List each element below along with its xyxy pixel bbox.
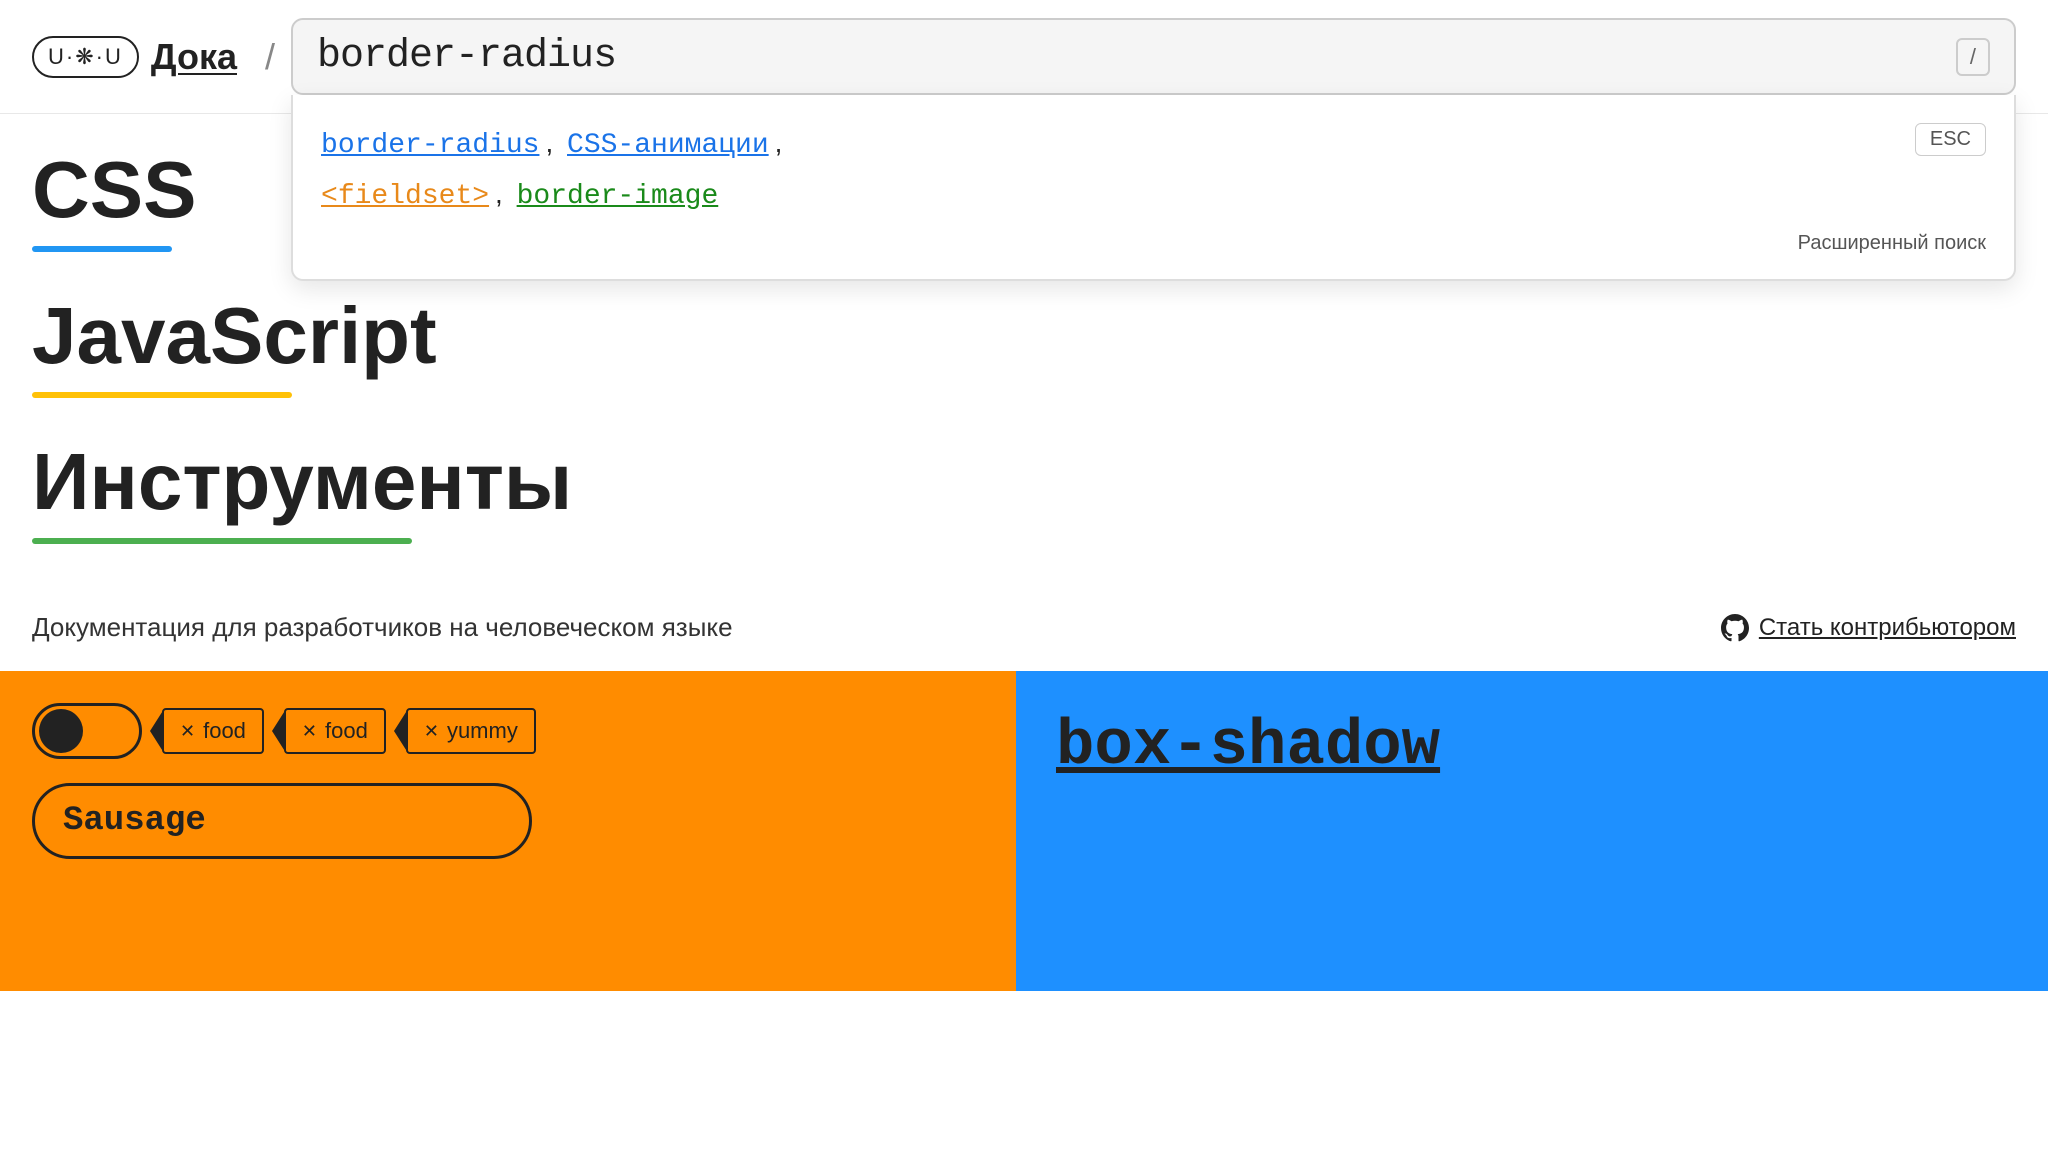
tag-food-2[interactable]: ✕ food: [284, 708, 386, 754]
search-box[interactable]: border-radius /: [291, 18, 2016, 95]
javascript-heading[interactable]: JavaScript: [32, 292, 437, 380]
advanced-search-link[interactable]: Расширенный поиск: [1798, 232, 1986, 254]
tag-x-1: ✕: [180, 721, 195, 742]
toggle-switch[interactable]: [32, 703, 142, 759]
footer-bar: Документация для разработчиков на челове…: [0, 584, 2048, 671]
toggle-row: ✕ food ✕ food ✕ yummy: [32, 703, 984, 759]
cards-row: ✕ food ✕ food ✕ yummy box-shadow: [0, 671, 2048, 991]
search-wrapper: border-radius / border-radius, CSS-анима…: [291, 18, 2016, 95]
search-query-text: border-radius: [317, 34, 1956, 79]
search-slash-badge: /: [1956, 38, 1990, 76]
toggle-knob: [39, 709, 83, 753]
css-underline: [32, 246, 172, 252]
result-border-image[interactable]: border-image: [517, 181, 719, 212]
logo-badge[interactable]: U·❋·U: [32, 36, 139, 78]
tag-yummy-label: yummy: [447, 718, 518, 744]
tools-section: Инструменты: [32, 438, 2016, 544]
header: U·❋·U Дока / border-radius / border-radi…: [0, 0, 2048, 114]
result-border-radius[interactable]: border-radius: [321, 130, 539, 161]
dropdown-top: border-radius, CSS-анимации, <fieldset>,…: [321, 119, 1986, 220]
dropdown-results: border-radius, CSS-анимации, <fieldset>,…: [321, 119, 1899, 220]
sausage-input[interactable]: [32, 783, 532, 859]
tag-yummy[interactable]: ✕ yummy: [406, 708, 536, 754]
tag-food-1[interactable]: ✕ food: [162, 708, 264, 754]
tag-food-1-label: food: [203, 718, 246, 744]
site-name[interactable]: Дока: [151, 36, 237, 78]
contribute-link[interactable]: Стать контрибьютором: [1721, 614, 2016, 642]
tools-underline: [32, 538, 412, 544]
footer-tagline: Документация для разработчиков на челове…: [32, 612, 733, 643]
tag-x-2: ✕: [302, 721, 317, 742]
search-dropdown: border-radius, CSS-анимации, <fieldset>,…: [291, 95, 2016, 281]
logo-area: U·❋·U Дока /: [32, 36, 291, 78]
github-icon: [1721, 614, 1749, 642]
javascript-underline: [32, 392, 292, 398]
dropdown-footer: Расширенный поиск: [321, 232, 1986, 255]
card-orange: ✕ food ✕ food ✕ yummy: [0, 671, 1016, 991]
esc-badge[interactable]: ESC: [1915, 123, 1986, 156]
tag-x-3: ✕: [424, 721, 439, 742]
contribute-label: Стать контрибьютором: [1759, 614, 2016, 642]
css-heading[interactable]: CSS: [32, 146, 197, 234]
breadcrumb-separator: /: [265, 36, 275, 78]
javascript-section: JavaScript: [32, 292, 2016, 398]
tools-heading[interactable]: Инструменты: [32, 438, 572, 526]
box-shadow-title[interactable]: box-shadow: [1056, 711, 2008, 783]
result-css-animations[interactable]: CSS-анимации: [567, 130, 769, 161]
tag-food-2-label: food: [325, 718, 368, 744]
card-blue: box-shadow: [1016, 671, 2048, 991]
result-fieldset[interactable]: <fieldset>: [321, 181, 489, 212]
